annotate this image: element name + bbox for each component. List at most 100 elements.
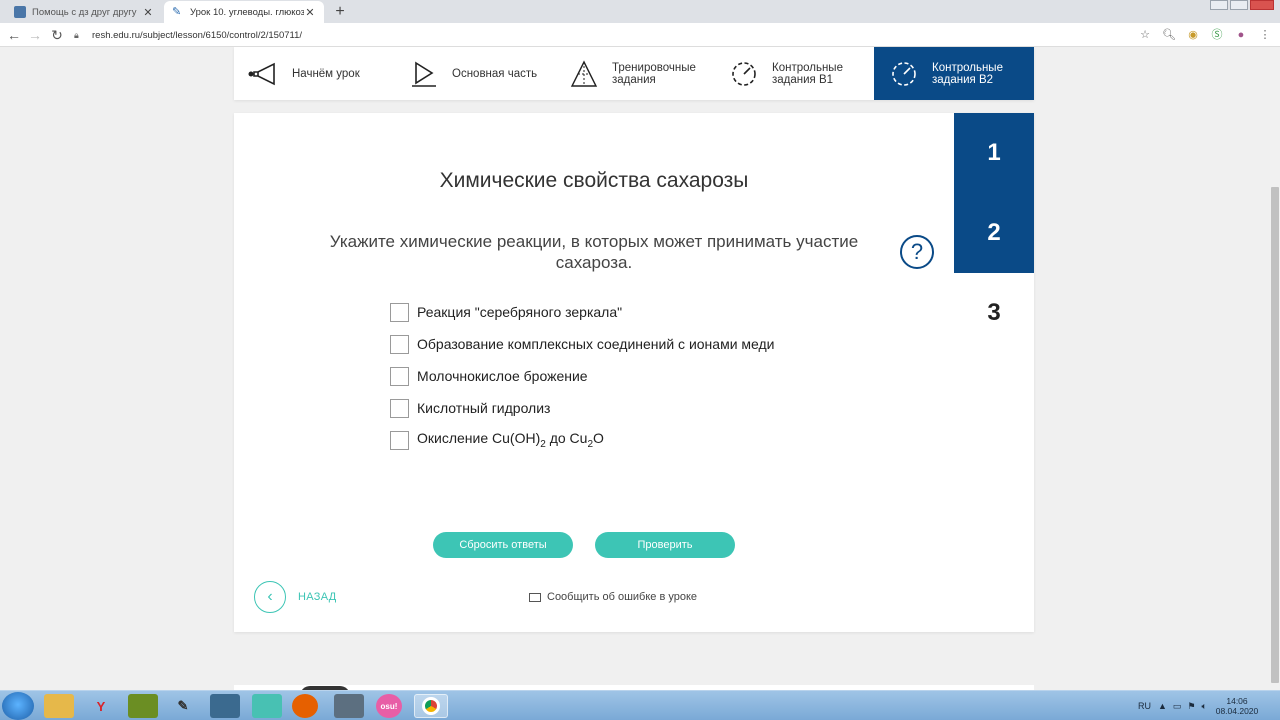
vk-icon [14, 6, 26, 18]
answer-option[interactable]: Окисление Cu(OH)2 до Cu2O [390, 424, 775, 456]
volume-icon[interactable]: 🔈︎ [1202, 701, 1207, 712]
tab-title: Урок 10. углеводы. глюкоза. оли [190, 6, 304, 18]
extension-icon[interactable]: ◉ [1186, 28, 1200, 42]
minimize-button[interactable] [1210, 0, 1228, 10]
step-label: Тренировочные задания [612, 61, 696, 86]
url-field[interactable]: 🔒︎ resh.edu.ru/subject/lesson/6150/contr… [74, 25, 1160, 45]
step-start-lesson[interactable]: Начнём урок [234, 47, 394, 100]
step-training[interactable]: Тренировочные задания [554, 47, 714, 100]
step-label: Основная часть [452, 67, 538, 80]
answer-option[interactable]: Молочнокислое брожение [390, 360, 775, 392]
step-label: Начнём урок [292, 67, 360, 80]
page: Начнём урок Основная часть Тренировочные… [0, 47, 1270, 690]
system-tray: ▲ ▭ ⚑ 🔈︎ [1158, 691, 1207, 720]
back-label: НАЗАД [298, 591, 337, 603]
task-card: 1 2 3 Химические свойства сахарозы Укажи… [234, 113, 1034, 632]
answer-option[interactable]: Кислотный гидролиз [390, 392, 775, 424]
question-number-1[interactable]: 1 [954, 113, 1034, 193]
yandex-icon[interactable]: Y [86, 694, 116, 718]
step-main-part[interactable]: Основная часть [394, 47, 554, 100]
tab-title: Помощь с дз друг другу [32, 6, 137, 18]
scrollbar-thumb[interactable] [1271, 187, 1279, 683]
app-icon[interactable] [210, 694, 240, 718]
option-label: Кислотный гидролиз [417, 400, 551, 416]
checkbox[interactable] [390, 366, 409, 386]
forward-arrow-icon[interactable]: → [26, 26, 44, 44]
search-extension-icon[interactable]: 🔍︎ [1162, 28, 1176, 42]
checkbox[interactable] [390, 398, 409, 418]
flag-icon[interactable]: ⚑ [1187, 701, 1195, 712]
pen-icon: ✎ [172, 6, 182, 18]
answer-options: Реакция "серебряного зеркала" Образовани… [390, 296, 775, 456]
chrome-icon[interactable] [414, 694, 448, 718]
question-number-2[interactable]: 2 [954, 193, 1034, 273]
close-tab-icon[interactable]: ✕ [142, 6, 154, 19]
step-label: Контрольные задания В2 [932, 61, 1003, 86]
s-extension-icon[interactable]: Ⓢ [1210, 28, 1224, 42]
extensions-bar: ☆ 🔍︎ ◉ Ⓢ ● ⋮ [1138, 27, 1272, 43]
window-app-icon[interactable] [334, 694, 364, 718]
question-number-3[interactable]: 3 [954, 273, 1034, 353]
folder-icon[interactable] [44, 694, 74, 718]
formula-part: до Cu [545, 430, 588, 447]
game-icon[interactable] [128, 694, 158, 718]
start-button[interactable] [2, 692, 34, 720]
help-button[interactable]: ? [900, 235, 934, 269]
timer-icon [892, 61, 916, 86]
lock-icon: 🔒︎ [74, 30, 79, 40]
step-label: Контрольные задания В1 [772, 61, 843, 86]
answer-option[interactable]: Реакция "серебряного зеркала" [390, 296, 775, 328]
new-tab-button[interactable]: + [330, 2, 350, 22]
paint-icon[interactable]: ✎ [168, 694, 198, 718]
formula-part: Окисление Cu(OH) [417, 430, 541, 447]
task-title: Химические свойства сахарозы [439, 169, 749, 192]
firefox-icon[interactable] [292, 694, 318, 718]
window-close-button[interactable] [1250, 0, 1274, 10]
clock-time: 14:06 [1226, 696, 1248, 706]
checkbox[interactable] [390, 302, 409, 322]
browser-tab[interactable]: Помощь с дз друг другу ✕ [6, 1, 162, 23]
osu-icon[interactable]: osu! [376, 694, 402, 718]
step-control-b2[interactable]: Контрольные задания В2 [874, 47, 1034, 100]
envelope-icon [529, 592, 541, 602]
megaphone-icon [248, 62, 275, 85]
menu-icon[interactable]: ⋮ [1258, 28, 1272, 42]
report-label: Сообщить об ошибке в уроке [547, 591, 698, 603]
reload-icon[interactable]: ↻ [48, 26, 66, 44]
bookmark-star-icon[interactable]: ☆ [1138, 28, 1152, 42]
option-label: Окисление Cu(OH)2 до Cu2O [417, 430, 604, 450]
check-button[interactable]: Проверить [595, 532, 735, 558]
taskbar: Y ✎ osu! RU ▲ ▭ ⚑ 🔈︎ 14:06 08.04.2020 [0, 690, 1280, 720]
option-label: Молочнокислое брожение [417, 368, 588, 384]
tray-arrow-icon[interactable]: ▲ [1158, 701, 1167, 711]
url-text: resh.edu.ru/subject/lesson/6150/control/… [92, 29, 303, 41]
address-bar: ← → ↻ 🔒︎ resh.edu.ru/subject/lesson/6150… [0, 23, 1280, 47]
back-link[interactable]: ‹ НАЗАД [254, 581, 336, 613]
triangle-icon [570, 59, 598, 87]
option-label: Реакция "серебряного зеркала" [417, 304, 623, 320]
report-error-link[interactable]: Сообщить об ошибке в уроке [529, 591, 697, 603]
character-icon[interactable] [252, 694, 282, 718]
checkbox[interactable] [390, 334, 409, 354]
back-arrow-icon[interactable]: ← [5, 26, 23, 44]
checkbox[interactable] [390, 430, 409, 450]
answer-option[interactable]: Образование комплексных соединений с ион… [390, 328, 775, 360]
step-control-b1[interactable]: Контрольные задания В1 [714, 47, 874, 100]
play-icon [412, 61, 436, 87]
lesson-step-nav: Начнём урок Основная часть Тренировочные… [234, 47, 1034, 100]
language-indicator[interactable]: RU [1138, 691, 1151, 720]
question-numbers: 1 2 3 [954, 113, 1034, 353]
maximize-button[interactable] [1230, 0, 1248, 10]
browser-tab-bar: Помощь с дз друг другу ✕ ✎ Урок 10. угле… [0, 0, 1280, 23]
avatar[interactable]: ● [1234, 28, 1248, 42]
question-text: Укажите химические реакции, в которых мо… [329, 232, 859, 272]
network-icon[interactable]: ▭ [1173, 701, 1182, 712]
formula-part: O [593, 430, 604, 447]
option-label: Образование комплексных соединений с ион… [417, 336, 775, 352]
chevron-left-icon: ‹ [254, 581, 286, 613]
timer-icon [732, 61, 756, 86]
browser-tab-active[interactable]: ✎ Урок 10. углеводы. глюкоза. оли ✕ [164, 1, 324, 23]
clock[interactable]: 14:06 08.04.2020 [1212, 696, 1262, 716]
reset-answers-button[interactable]: Сбросить ответы [433, 532, 573, 558]
close-tab-icon[interactable]: ✕ [304, 6, 316, 19]
